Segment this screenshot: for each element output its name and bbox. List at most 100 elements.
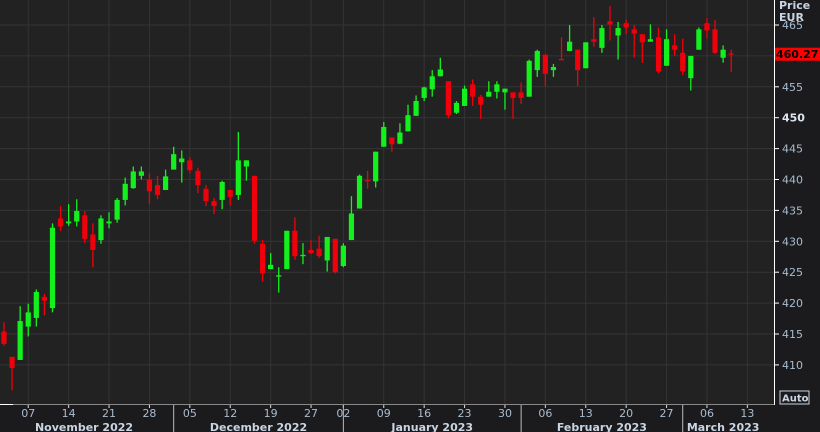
candle-body xyxy=(276,275,282,277)
date-tick-label: 19 xyxy=(264,407,278,420)
date-tick-label: 27 xyxy=(660,407,674,420)
candle-body xyxy=(308,249,314,254)
candle-body xyxy=(696,29,702,50)
candle-body xyxy=(74,211,80,222)
price-tick-label: 440 xyxy=(782,174,803,187)
candle[interactable] xyxy=(583,42,589,69)
price-tick-label: 410 xyxy=(782,359,803,372)
candle-body xyxy=(542,54,548,74)
candle-body xyxy=(567,41,573,51)
candle-body xyxy=(17,321,23,360)
currency-label: EUR xyxy=(779,11,804,24)
candle[interactable] xyxy=(82,211,88,244)
candle-body xyxy=(179,158,185,163)
price-tick-label: 425 xyxy=(782,266,803,279)
candle-body xyxy=(510,92,516,98)
candle-body xyxy=(421,87,427,98)
candle-body xyxy=(292,230,298,257)
candle-body xyxy=(195,170,201,186)
candle-body xyxy=(688,55,694,79)
date-tick-label: 13 xyxy=(740,407,754,420)
candle-body xyxy=(494,84,500,92)
price-tick-label: 455 xyxy=(782,81,803,94)
candle-body xyxy=(114,199,120,220)
candle[interactable] xyxy=(453,101,460,114)
candle-body xyxy=(25,312,31,327)
date-tick-label: 06 xyxy=(700,407,714,420)
candle[interactable] xyxy=(332,238,338,274)
candle-body xyxy=(672,45,678,50)
candle[interactable] xyxy=(356,174,363,209)
candle-body xyxy=(575,49,581,71)
candle-body xyxy=(41,296,47,301)
last-price-badge: 460.27 xyxy=(775,47,820,61)
date-tick-label: 30 xyxy=(498,407,512,420)
price-tick-label: 430 xyxy=(782,235,803,248)
candle-body xyxy=(623,23,629,28)
candle-body xyxy=(187,160,193,171)
candle-body xyxy=(49,227,56,309)
candle-body xyxy=(154,185,161,195)
candle-body xyxy=(381,126,387,147)
month-label: February 2023 xyxy=(557,421,647,432)
candle[interactable] xyxy=(114,198,120,223)
date-tick-label: 13 xyxy=(579,407,593,420)
candle-body xyxy=(33,291,39,318)
price-tick-label: 415 xyxy=(782,328,803,341)
date-tick-label: 28 xyxy=(142,407,156,420)
candle-body xyxy=(591,39,597,42)
candle-body xyxy=(356,175,363,209)
candlestick-chart[interactable]: 465455450445440435430425420415410 07 14 21… xyxy=(0,0,820,432)
candle[interactable] xyxy=(526,59,532,97)
auto-scale-button[interactable]: Auto xyxy=(779,390,810,405)
date-tick-label: 16 xyxy=(417,407,431,420)
candle[interactable] xyxy=(340,243,346,268)
candle-body xyxy=(90,234,96,250)
candle-body xyxy=(397,132,403,144)
date-tick-label: 06 xyxy=(538,407,552,420)
candle-body xyxy=(324,236,330,261)
candle-body xyxy=(211,201,217,207)
candle-body xyxy=(720,49,726,58)
candle[interactable] xyxy=(284,230,290,270)
candle-body xyxy=(219,181,225,200)
date-tick-label: 23 xyxy=(458,407,472,420)
candle[interactable] xyxy=(251,175,258,244)
candle-body xyxy=(130,171,136,189)
candle-body xyxy=(251,175,258,241)
date-tick-label: 07 xyxy=(21,407,35,420)
candle-body xyxy=(615,28,621,36)
candle-body xyxy=(9,356,15,368)
candle-body xyxy=(57,218,64,227)
candle-body xyxy=(316,248,322,257)
candle-body xyxy=(647,39,653,42)
candle[interactable] xyxy=(49,223,56,313)
candle-body xyxy=(98,218,104,241)
candle-body xyxy=(332,238,338,273)
month-label: January 2023 xyxy=(390,421,473,432)
candle-body xyxy=(171,154,177,170)
candle-body xyxy=(534,50,540,71)
date-axis[interactable]: 07 14 21 28 05 12 19 27 02 09 16 23 30 06 13 20 27 06 13No… xyxy=(0,404,774,432)
candle[interactable] xyxy=(696,27,702,50)
candle-body xyxy=(453,102,460,113)
candle[interactable] xyxy=(445,81,451,119)
candle-body xyxy=(348,213,355,241)
candle-body xyxy=(203,188,209,202)
candle-body xyxy=(631,29,637,34)
candle-body xyxy=(405,115,411,132)
candle-body xyxy=(284,230,290,270)
candle[interactable] xyxy=(98,215,104,244)
candle-body xyxy=(639,34,645,43)
price-tick-label: 450 xyxy=(782,112,805,125)
candle-body xyxy=(502,88,508,93)
candle-body xyxy=(82,215,88,239)
candle-body xyxy=(413,101,419,116)
candle-body xyxy=(526,60,532,97)
candle-body xyxy=(470,84,476,97)
date-tick-label: 21 xyxy=(102,407,116,420)
candle-body xyxy=(728,53,734,55)
candle-body xyxy=(268,264,274,270)
auto-button-label: Auto xyxy=(782,394,809,405)
candle-body xyxy=(680,52,686,72)
